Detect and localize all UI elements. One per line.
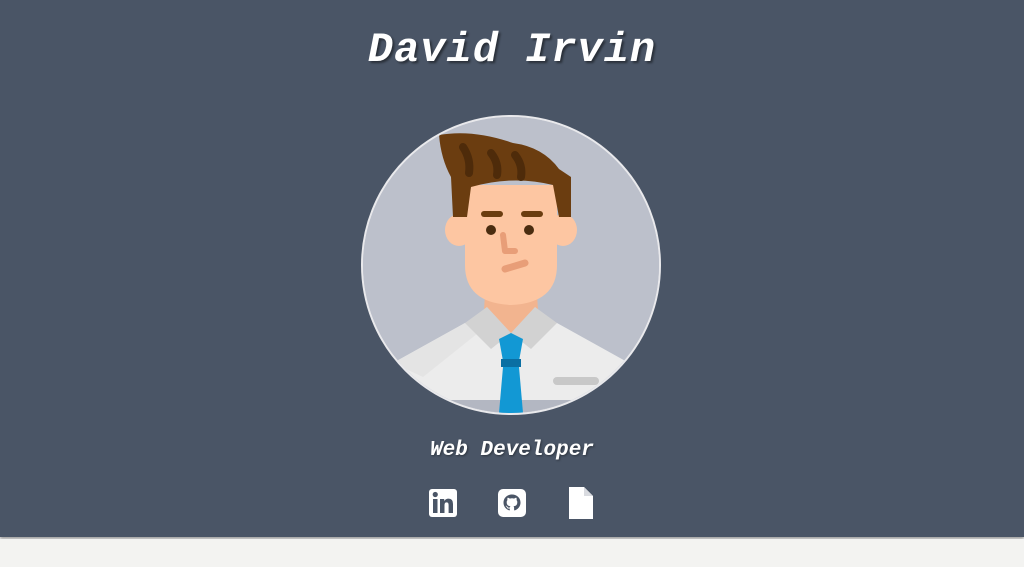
profile-name: David Irvin [367,26,657,74]
avatar [361,115,661,415]
document-icon [569,487,593,519]
linkedin-link[interactable] [429,487,457,519]
github-icon [498,489,526,517]
page-content-strip [0,539,1024,567]
linkedin-icon [429,489,457,517]
github-link[interactable] [498,487,526,519]
resume-link[interactable] [567,487,595,519]
social-links [0,487,1024,519]
profile-role: Web Developer [430,439,594,462]
developer-avatar-illustration [363,117,659,413]
hero-header: David Irvin Web Developer [0,0,1024,537]
